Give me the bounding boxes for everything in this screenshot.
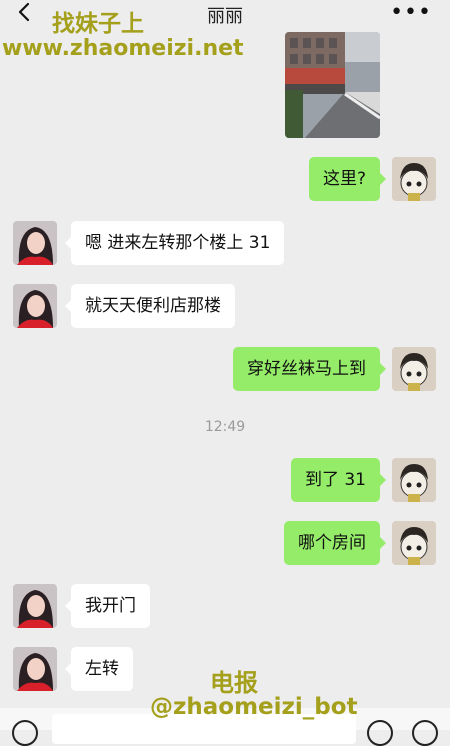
- message-bubble-outgoing[interactable]: 穿好丝袜马上到: [233, 347, 386, 391]
- message-bubble-incoming[interactable]: 就天天便利店那楼: [65, 284, 235, 328]
- voice-icon[interactable]: [12, 720, 38, 746]
- message-bubble-incoming[interactable]: 嗯 进来左转那个楼上 31: [64, 221, 285, 265]
- message-bubble-incoming[interactable]: 左转: [65, 647, 133, 691]
- message-timestamp: 12:49: [204, 419, 246, 435]
- watermark-top-line2: www.zhaomeizi.net: [2, 36, 244, 61]
- watermark-bottom-line2: @zhaomeizi_bot: [150, 694, 358, 720]
- message-bubble-outgoing[interactable]: 这里?: [308, 157, 387, 201]
- message-bubble-incoming[interactable]: 我开门: [65, 584, 150, 628]
- message-photo[interactable]: [285, 32, 380, 138]
- message-bubble-outgoing[interactable]: 到了 31: [290, 458, 387, 502]
- my-avatar[interactable]: [392, 458, 436, 502]
- contact-avatar[interactable]: [13, 584, 57, 628]
- plus-icon[interactable]: [412, 720, 438, 746]
- contact-avatar[interactable]: [13, 221, 57, 265]
- contact-avatar[interactable]: [13, 284, 57, 328]
- my-avatar[interactable]: [392, 347, 436, 391]
- watermark-top-line1: 找妹子上: [52, 11, 144, 37]
- emoji-icon[interactable]: [367, 720, 393, 746]
- my-avatar[interactable]: [392, 521, 436, 565]
- message-bubble-outgoing[interactable]: 哪个房间: [284, 521, 386, 565]
- more-icon[interactable]: •••: [390, 0, 432, 25]
- my-avatar[interactable]: [392, 157, 436, 201]
- contact-avatar[interactable]: [13, 647, 57, 691]
- watermark-bottom-line1: 电报: [210, 669, 258, 697]
